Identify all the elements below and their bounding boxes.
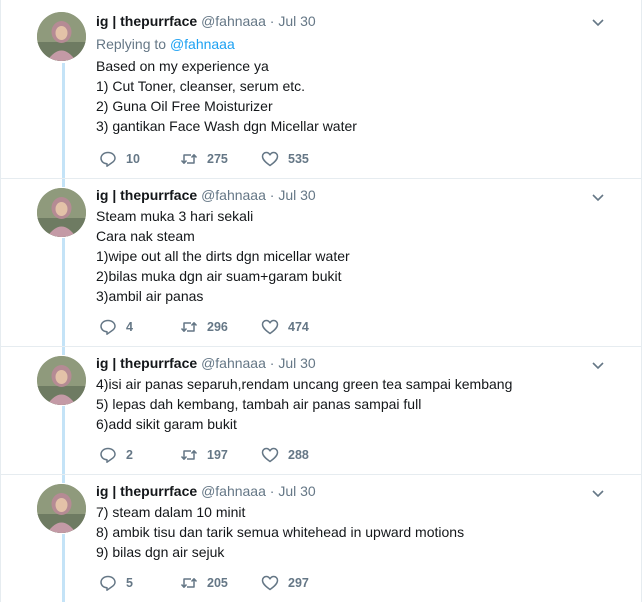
separator-dot: · — [269, 187, 275, 203]
username[interactable]: @fahnaaa — [201, 13, 266, 29]
tweet-header: ig | thepurrface @fahnaaa · Jul 30 — [96, 186, 602, 205]
tweet-actions: 2 197 288 — [99, 446, 342, 464]
tweet-text-line: 2) Guna Oil Free Moisturizer — [96, 98, 273, 114]
tweet-actions: 5 205 297 — [99, 574, 342, 592]
avatar[interactable] — [37, 12, 86, 61]
avatar-image — [37, 12, 86, 61]
retweet-icon — [180, 578, 198, 588]
reply-icon — [100, 151, 116, 167]
separator-dot: · — [269, 13, 275, 29]
retweet-button[interactable]: 275 — [180, 150, 261, 168]
retweet-count: 205 — [207, 576, 228, 590]
reply-count: 4 — [126, 320, 133, 334]
tweet-header: ig | thepurrface @fahnaaa · Jul 30 — [96, 482, 602, 501]
like-count: 474 — [288, 320, 309, 334]
chevron-down-icon[interactable] — [590, 14, 606, 30]
avatar[interactable] — [37, 188, 86, 237]
tweet-actions: 4 296 474 — [99, 318, 342, 336]
reply-button[interactable]: 2 — [99, 446, 180, 464]
tweet-header: ig | thepurrface @fahnaaa · Jul 30 — [96, 354, 602, 373]
reply-button[interactable]: 4 — [99, 318, 180, 336]
tweet[interactable]: ig | thepurrface @fahnaaa · Jul 30 4)isi… — [0, 347, 642, 475]
heart-icon — [261, 319, 279, 335]
retweet-count: 275 — [207, 152, 228, 166]
timestamp[interactable]: Jul 30 — [278, 355, 315, 371]
tweet-text-line: 5) lepas dah kembang, tambah air panas s… — [96, 396, 422, 412]
retweet-icon — [180, 450, 198, 460]
tweet-text: Steam muka 3 hari sekali Cara nak steam … — [96, 206, 602, 306]
like-count: 288 — [288, 448, 309, 462]
retweet-count: 197 — [207, 448, 228, 462]
tweet-text: 4)isi air panas separuh,rendam uncang gr… — [96, 374, 602, 434]
retweet-button[interactable]: 197 — [180, 446, 261, 464]
heart-icon — [261, 575, 279, 591]
username[interactable]: @fahnaaa — [201, 483, 266, 499]
replying-to-link[interactable]: @fahnaaa — [170, 36, 235, 52]
tweet-text: 7) steam dalam 10 minit 8) ambik tisu da… — [96, 502, 602, 562]
reply-icon — [100, 447, 116, 463]
tweet-text-line: 7) steam dalam 10 minit — [96, 504, 246, 520]
tweet-text-line: Steam muka 3 hari sekali — [96, 208, 254, 224]
tweet-text-line: 8) ambik tisu dan tarik semua whitehead … — [96, 524, 465, 540]
replying-to-label: Replying to — [96, 36, 167, 52]
like-button[interactable]: 474 — [261, 318, 342, 336]
tweet-text-line: Based on my experience ya — [96, 58, 269, 74]
avatar-image — [37, 188, 86, 237]
display-name[interactable]: ig | thepurrface — [96, 187, 197, 203]
tweet[interactable]: ig | thepurrface @fahnaaa · Jul 30 Steam… — [0, 179, 642, 347]
tweet-text-line: 9) bilas dgn air sejuk — [96, 544, 225, 560]
retweet-button[interactable]: 296 — [180, 318, 261, 336]
timestamp[interactable]: Jul 30 — [278, 187, 315, 203]
tweet-text-line: 1) Cut Toner, cleanser, serum etc. — [96, 78, 306, 94]
separator-dot: · — [269, 355, 275, 371]
heart-icon — [261, 151, 279, 167]
chevron-down-icon[interactable] — [590, 357, 606, 373]
like-count: 535 — [288, 152, 309, 166]
username[interactable]: @fahnaaa — [201, 187, 266, 203]
retweet-icon — [180, 154, 198, 164]
tweet[interactable]: ig | thepurrface @fahnaaa · Jul 30 7) st… — [0, 475, 642, 602]
avatar-image — [37, 484, 86, 533]
avatar[interactable] — [37, 484, 86, 533]
display-name[interactable]: ig | thepurrface — [96, 13, 197, 29]
tweet-text-line: 6)add sikit garam bukit — [96, 416, 237, 432]
retweet-button[interactable]: 205 — [180, 574, 261, 592]
tweet-text-line: 4)isi air panas separuh,rendam uncang gr… — [96, 376, 513, 392]
avatar[interactable] — [37, 356, 86, 405]
timestamp[interactable]: Jul 30 — [278, 13, 315, 29]
reply-count: 10 — [126, 152, 140, 166]
display-name[interactable]: ig | thepurrface — [96, 355, 197, 371]
tweet-text-line: 1)wipe out all the dirts dgn micellar wa… — [96, 248, 350, 264]
retweet-count: 296 — [207, 320, 228, 334]
tweet-header: ig | thepurrface @fahnaaa · Jul 30 — [96, 12, 602, 31]
avatar-image — [37, 356, 86, 405]
like-count: 297 — [288, 576, 309, 590]
chevron-down-icon[interactable] — [590, 485, 606, 501]
tweet-text-line: Cara nak steam — [96, 228, 195, 244]
reply-count: 5 — [126, 576, 133, 590]
display-name[interactable]: ig | thepurrface — [96, 483, 197, 499]
tweet[interactable]: ig | thepurrface @fahnaaa · Jul 30 Reply… — [0, 0, 642, 179]
retweet-icon — [180, 322, 198, 332]
reply-icon — [100, 575, 116, 591]
replying-to: Replying to @fahnaaa — [96, 35, 602, 54]
reply-count: 2 — [126, 448, 133, 462]
tweet-text-line: 2)bilas muka dgn air suam+garam bukit — [96, 268, 342, 284]
reply-icon — [100, 319, 116, 335]
tweet-text-line: 3)ambil air panas — [96, 288, 204, 304]
tweet-text: Based on my experience ya 1) Cut Toner, … — [96, 56, 602, 136]
separator-dot: · — [269, 483, 275, 499]
timestamp[interactable]: Jul 30 — [278, 483, 315, 499]
like-button[interactable]: 535 — [261, 150, 342, 168]
like-button[interactable]: 297 — [261, 574, 342, 592]
heart-icon — [261, 447, 279, 463]
tweet-actions: 10 275 535 — [99, 150, 342, 168]
tweet-text-line: 3) gantikan Face Wash dgn Micellar water — [96, 118, 357, 134]
like-button[interactable]: 288 — [261, 446, 342, 464]
chevron-down-icon[interactable] — [590, 189, 606, 205]
reply-button[interactable]: 5 — [99, 574, 180, 592]
username[interactable]: @fahnaaa — [201, 355, 266, 371]
reply-button[interactable]: 10 — [99, 150, 180, 168]
